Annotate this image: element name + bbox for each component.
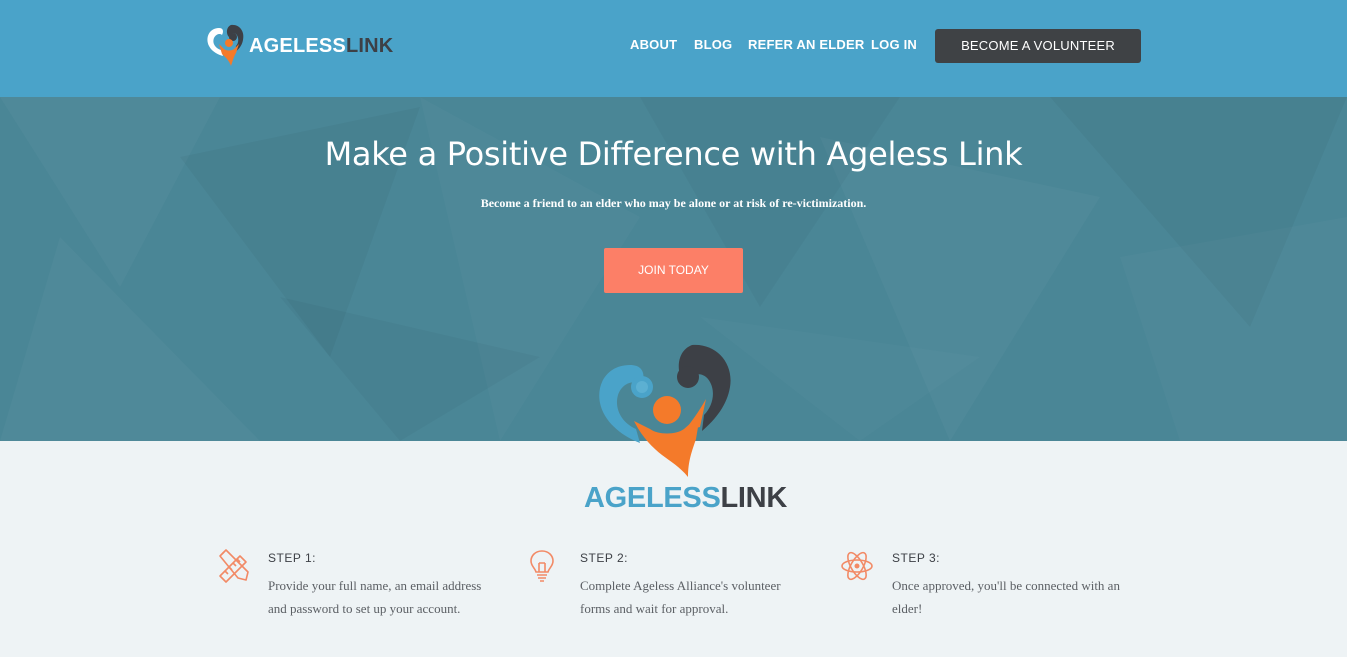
- hero-subtitle: Become a friend to an elder who may be a…: [480, 196, 867, 210]
- logo-text-link: LINK: [345, 35, 394, 57]
- step-description: Once approved, you'll be connected with …: [892, 578, 1120, 616]
- brand-logo-mark-icon: [599, 344, 731, 477]
- step-title: STEP 3:: [892, 551, 940, 565]
- nav-blog-link[interactable]: BLOG: [694, 37, 732, 52]
- lightbulb-icon: [530, 550, 554, 582]
- brand-wordmark-link: LINK: [720, 482, 788, 514]
- brand-wordmark: AGELESSLINK: [584, 482, 787, 515]
- nav-login-link[interactable]: LOG IN: [871, 37, 917, 52]
- pencil-ruler-icon: [219, 549, 249, 583]
- logo-mark-icon: [207, 24, 244, 66]
- step-description: Complete Ageless Alliance's volunteer fo…: [580, 578, 781, 616]
- become-volunteer-button[interactable]: BECOME A VOLUNTEER: [935, 29, 1141, 63]
- step-title: STEP 2:: [580, 551, 628, 565]
- site-header: AGELESSLINK ABOUT BLOG REFER AN ELDER LO…: [0, 0, 1347, 97]
- join-today-button[interactable]: JOIN TODAY: [604, 248, 743, 293]
- nav-refer-elder-link[interactable]: REFER AN ELDER: [748, 37, 864, 52]
- brand-wordmark-ageless: AGELESS: [584, 482, 721, 514]
- hero-title: Make a Positive Difference with Ageless …: [324, 135, 1023, 173]
- logo[interactable]: AGELESSLINK: [205, 22, 395, 68]
- nav-about-link[interactable]: ABOUT: [630, 37, 677, 52]
- step-description: Provide your full name, an email address…: [268, 578, 482, 616]
- step-title: STEP 1:: [268, 551, 316, 565]
- atom-icon: [841, 551, 873, 581]
- logo-text-ageless: AGELESS: [249, 35, 346, 57]
